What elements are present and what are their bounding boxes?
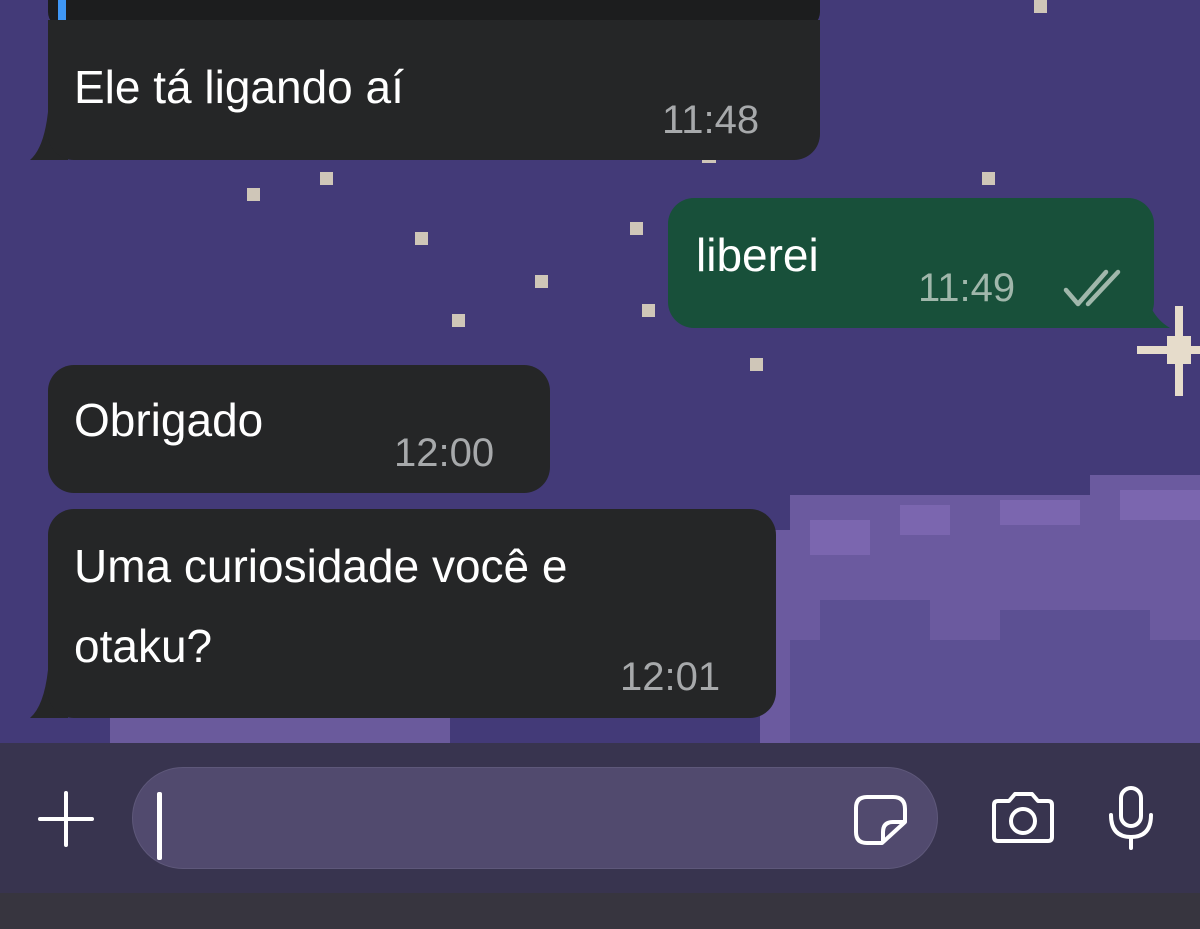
message-input[interactable] [132, 767, 938, 869]
plus-icon[interactable] [36, 789, 96, 849]
star-decoration [630, 222, 643, 235]
camera-icon[interactable] [988, 791, 1058, 845]
star-decoration [247, 188, 260, 201]
chat-background: Ele tá ligando aí 11:48 liberei 11:49 Ob… [0, 0, 1200, 745]
message-text: Ele tá ligando aí [74, 61, 404, 113]
message-time: 12:00 [394, 431, 495, 475]
message-bubble-incoming[interactable]: Ele tá ligando aí 11:48 [48, 20, 820, 160]
message-bubble-outgoing[interactable]: liberei 11:49 [668, 198, 1154, 328]
read-receipt-double-check-icon [1063, 269, 1121, 307]
message-text: Obrigado [74, 394, 264, 446]
message-bubble-incoming[interactable]: Uma curiosidade você e otaku? 12:01 [48, 509, 776, 718]
star-decoration [320, 172, 333, 185]
sticker-icon[interactable] [853, 794, 909, 846]
message-time: 11:49 [918, 266, 1016, 310]
star-decoration [415, 232, 428, 245]
message-time: 12:01 [620, 655, 721, 699]
star-decoration [535, 275, 548, 288]
star-decoration [642, 304, 655, 317]
microphone-icon[interactable] [1106, 785, 1158, 851]
star-decoration [452, 314, 465, 327]
star-decoration [982, 172, 995, 185]
text-caret [157, 792, 162, 860]
message-time: 11:48 [662, 98, 760, 142]
message-bubble-incoming[interactable]: Obrigado 12:00 [48, 365, 550, 493]
bottom-bar [0, 893, 1200, 929]
star-decoration [750, 358, 763, 371]
message-text-line: otaku? [74, 620, 213, 672]
message-text: liberei [696, 229, 819, 281]
message-text-line: Uma curiosidade você e [74, 540, 568, 592]
star-decoration [1034, 0, 1047, 13]
message-composer [0, 743, 1200, 893]
